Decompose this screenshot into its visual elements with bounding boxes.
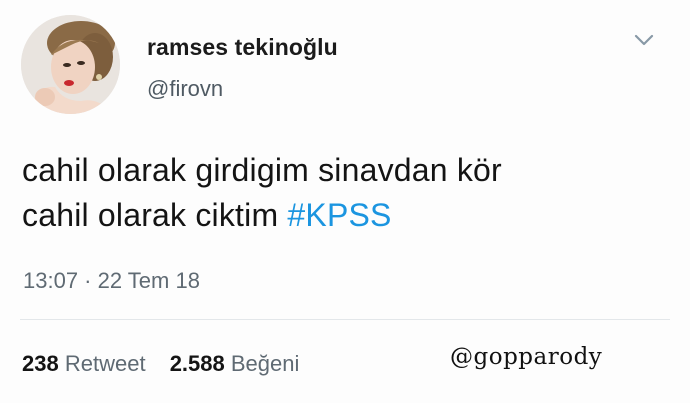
tweet-text: cahil olarak girdigim sinavdan kör cahil… — [22, 148, 662, 238]
tweet-text-line-2: cahil olarak ciktim #KPSS — [22, 193, 662, 238]
tweet-text-line-1: cahil olarak girdigim sinavdan kör — [22, 152, 502, 188]
author-handle[interactable]: @firovn — [147, 76, 223, 102]
tweet-text-line-2-plain: cahil olarak ciktim — [22, 197, 288, 233]
like-label[interactable]: Beğeni — [231, 351, 300, 376]
hashtag-link[interactable]: #KPSS — [287, 197, 391, 233]
tweet-card: ramses tekinoğlu @firovn cahil olarak gi… — [0, 0, 690, 403]
retweet-count[interactable]: 238 — [22, 351, 59, 376]
chevron-down-icon[interactable] — [633, 32, 655, 48]
avatar-portrait-image — [21, 15, 120, 114]
tweet-stats: 238 Retweet 2.588 Beğeni — [22, 351, 299, 377]
tweet-timestamp[interactable]: 13:07 · 22 Tem 18 — [23, 268, 200, 294]
avatar[interactable] — [21, 15, 120, 114]
like-count[interactable]: 2.588 — [170, 351, 225, 376]
divider — [20, 319, 670, 320]
author-display-name[interactable]: ramses tekinoğlu — [147, 33, 338, 61]
watermark: @gopparody — [450, 344, 603, 370]
retweet-label[interactable]: Retweet — [65, 351, 146, 376]
